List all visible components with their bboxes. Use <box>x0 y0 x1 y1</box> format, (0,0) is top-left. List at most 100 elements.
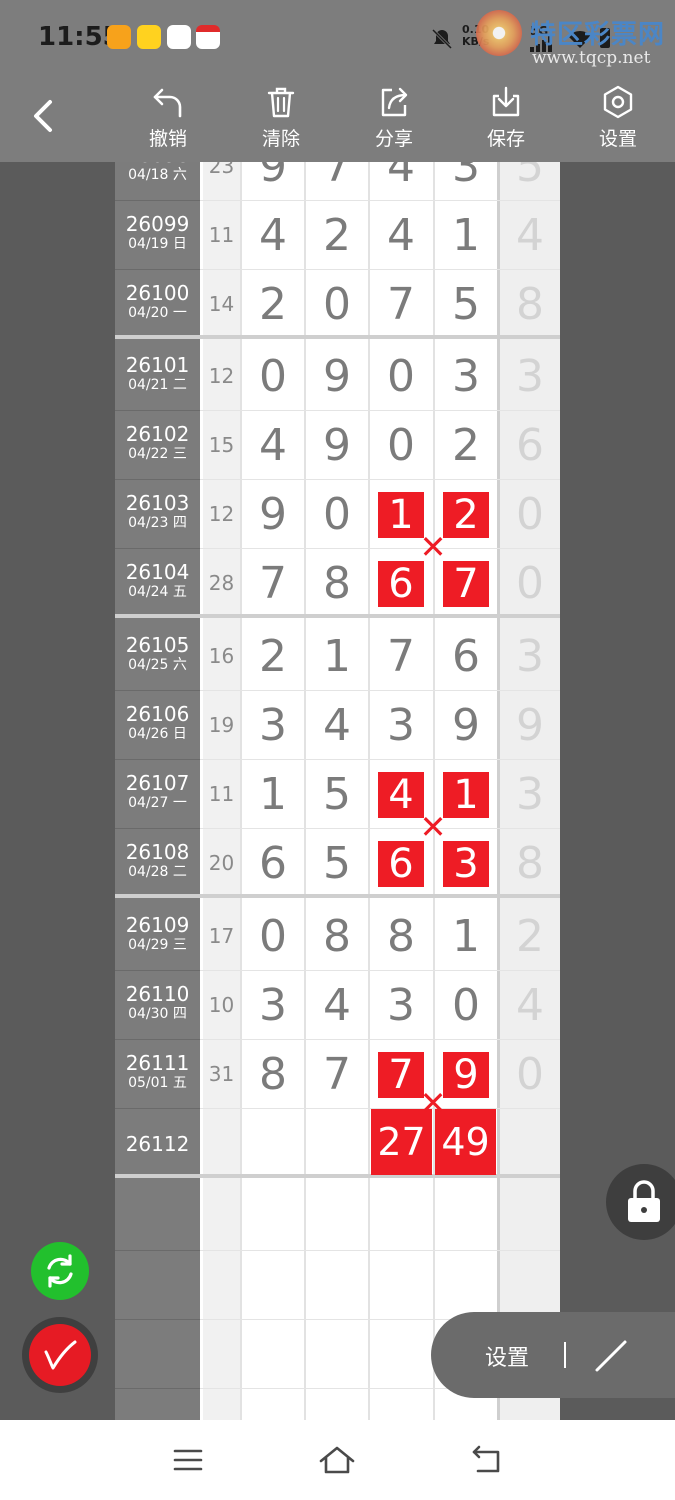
digit-1: 3 <box>259 700 287 751</box>
issue-cell: 26107 04/27 一 <box>115 760 200 829</box>
table-row[interactable]: 26109 04/29 三 17 0 8 8 1 2 <box>115 902 560 971</box>
share-button[interactable]: 分享 <box>354 82 434 158</box>
issue-date: 04/27 一 <box>128 795 187 811</box>
table-row[interactable]: 26100 04/20 一 14 2 0 7 5 8 <box>115 270 560 339</box>
digit-2: 7 <box>323 1049 351 1100</box>
watermark-logo-icon <box>476 10 522 56</box>
digit-4: 1 <box>452 911 480 962</box>
prediction-row[interactable]: 26112 27 49 <box>115 1109 560 1178</box>
table-row[interactable]: 26098 04/18 六 23 9 7 4 3 5 <box>115 162 560 201</box>
floating-settings-label[interactable]: 设置 <box>485 1340 529 1372</box>
digit-5: 4 <box>516 210 544 261</box>
table-row[interactable]: 26102 04/22 三 15 4 9 0 2 6 <box>115 411 560 480</box>
wallet-app-icon <box>167 25 191 49</box>
clear-button[interactable]: 清除 <box>241 82 321 158</box>
digit-5: 5 <box>516 162 544 192</box>
issue-cell: 26102 04/22 三 <box>115 411 200 480</box>
digit-3: 0 <box>387 351 415 402</box>
back-button[interactable] <box>24 94 68 138</box>
digit-3: 3 <box>387 700 415 751</box>
digit-2: 5 <box>323 838 351 889</box>
line-tool-icon[interactable] <box>591 1336 631 1376</box>
table-row[interactable]: 26103 04/23 四 12 9 0 1 2 0 <box>115 480 560 549</box>
digit-5: 6 <box>516 420 544 471</box>
digit-5: 8 <box>516 838 544 889</box>
issue-cell: 26109 04/29 三 <box>115 902 200 971</box>
digit-3: 0 <box>387 420 415 471</box>
digit-2: 8 <box>323 911 351 962</box>
digit-2: 7 <box>323 162 351 192</box>
digit-5: 8 <box>516 279 544 330</box>
undo-label: 撤销 <box>148 128 187 150</box>
table-row[interactable]: 26101 04/21 二 12 0 9 0 3 3 <box>115 342 560 411</box>
issue-cell: 26110 04/30 四 <box>115 971 200 1040</box>
back-nav-icon[interactable] <box>470 1444 504 1476</box>
video-app-icon <box>107 25 131 49</box>
lock-icon <box>628 1180 660 1222</box>
digit-3: 7 <box>387 631 415 682</box>
digit-5: 0 <box>516 1049 544 1100</box>
digit-5: 9 <box>516 700 544 751</box>
issue-cell <box>115 1182 200 1251</box>
digit-3: 4 <box>387 162 415 192</box>
table-row[interactable]: 26110 04/30 四 10 3 4 3 0 4 <box>115 971 560 1040</box>
issue-number: 26101 <box>125 353 190 377</box>
digit-4: 6 <box>452 631 480 682</box>
digit-1: 7 <box>259 558 287 609</box>
sum-value: 31 <box>208 1062 235 1086</box>
pen-button[interactable] <box>22 1317 98 1393</box>
table-row[interactable]: 26104 04/24 五 28 7 8 6 7 0 <box>115 549 560 618</box>
calendar-app-icon <box>196 25 220 49</box>
refresh-button[interactable] <box>31 1242 89 1300</box>
home-icon[interactable] <box>318 1444 356 1476</box>
digit-4: 2 <box>452 420 480 471</box>
issue-date: 04/21 二 <box>128 377 187 393</box>
digit-2: 4 <box>323 700 351 751</box>
sum-value: 15 <box>208 433 235 457</box>
table-row[interactable]: 26106 04/26 日 19 3 4 3 9 9 <box>115 691 560 760</box>
empty-row[interactable] <box>115 1251 560 1320</box>
digit-3: 7 <box>387 279 415 330</box>
next-issue-number: 26112 <box>125 1132 190 1156</box>
digit-5: 3 <box>516 769 544 820</box>
table-row[interactable]: 26108 04/28 二 20 6 5 6 3 8 <box>115 829 560 898</box>
table-row[interactable]: 26111 05/01 五 31 8 7 7 9 0 <box>115 1040 560 1109</box>
settings-button[interactable]: 设置 <box>578 82 658 158</box>
save-label: 保存 <box>486 128 525 150</box>
digit-3: 8 <box>387 911 415 962</box>
issue-cell: 26111 05/01 五 <box>115 1040 200 1109</box>
issue-cell: 26100 04/20 一 <box>115 270 200 339</box>
hexagon-gear-icon <box>603 85 633 119</box>
table-row[interactable]: 26105 04/25 六 16 2 1 7 6 3 <box>115 622 560 691</box>
sum-value: 10 <box>208 993 235 1017</box>
sum-value: 14 <box>208 292 235 316</box>
toolbar: 撤销 清除 分享 保存 设置 <box>0 78 675 162</box>
sum-value: 11 <box>208 782 235 806</box>
digit-3: 3 <box>387 980 415 1031</box>
empty-row[interactable] <box>115 1182 560 1251</box>
save-button[interactable]: 保存 <box>466 82 546 158</box>
pill-separator <box>564 1342 566 1368</box>
issue-date: 04/25 六 <box>128 657 187 673</box>
issue-number: 26107 <box>125 771 190 795</box>
table-row[interactable]: 26107 04/27 一 11 1 5 4 1 3 <box>115 760 560 829</box>
digit-5: 2 <box>516 911 544 962</box>
issue-date: 04/30 四 <box>128 1006 187 1022</box>
issue-cell <box>115 1320 200 1389</box>
issue-cell: 26098 04/18 六 <box>115 162 200 201</box>
issue-cell: 26103 04/23 四 <box>115 480 200 549</box>
digit-2: 5 <box>323 769 351 820</box>
floating-settings-pill[interactable]: 设置 <box>431 1312 675 1398</box>
sum-value: 19 <box>208 713 235 737</box>
digit-4: 3 <box>452 162 480 192</box>
digit-1: 4 <box>259 210 287 261</box>
digit-4: 0 <box>452 980 480 1031</box>
undo-button[interactable]: 撤销 <box>128 82 208 158</box>
lock-button[interactable] <box>606 1164 675 1240</box>
issue-number: 26103 <box>125 491 190 515</box>
download-icon <box>492 86 520 117</box>
menu-icon[interactable] <box>172 1444 204 1476</box>
trend-grid[interactable]: 26098 04/18 六 23 9 7 4 3 5 26099 04/19 日… <box>115 162 560 1420</box>
table-row[interactable]: 26099 04/19 日 11 4 2 4 1 4 <box>115 201 560 270</box>
digit-1: 2 <box>259 631 287 682</box>
